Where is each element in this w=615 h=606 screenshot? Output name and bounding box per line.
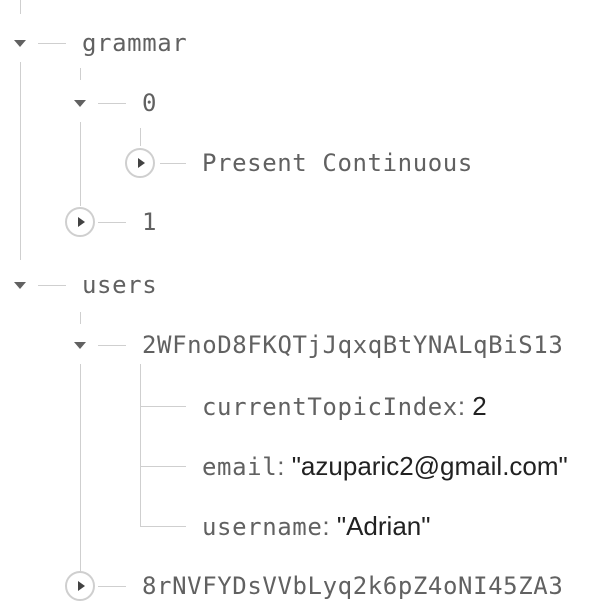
tree-line [80,364,81,584]
expand-circle-icon[interactable] [65,571,95,601]
field-value: "azuparic2@gmail.com" [291,451,568,481]
field-value: "Adrian" [336,511,431,541]
tree-line [98,222,126,223]
field-current-topic-index[interactable]: currentTopicIndex: 2 [202,391,487,425]
node-key-grammar[interactable]: grammar [82,28,187,58]
caret-down-icon[interactable] [74,100,86,107]
field-separator: : [457,391,473,421]
tree-line [140,466,186,467]
field-key: currentTopicIndex [202,393,458,421]
tree-line [80,122,81,206]
field-separator: : [322,511,337,541]
tree-line [98,345,126,346]
tree-line [38,43,66,44]
expand-circle-icon[interactable] [65,207,95,237]
tree-line [20,62,21,260]
tree-line [38,285,66,286]
tree-line [98,586,126,587]
tree-line [140,406,186,407]
tree-line [140,128,141,146]
field-key: email [202,453,278,481]
caret-down-icon[interactable] [14,282,26,289]
field-key: username [202,513,323,541]
tree-line [80,312,81,324]
node-key-user-id[interactable]: 2WFnoD8FKQTjJqxqBtYNALqBiS13 [142,330,563,360]
node-key-grammar-1[interactable]: 1 [142,207,157,237]
node-key-present-continuous[interactable]: Present Continuous [202,148,473,178]
tree-line [20,0,21,14]
field-username[interactable]: username: "Adrian" [202,511,430,545]
expand-circle-icon[interactable] [125,148,155,178]
field-separator: : [277,451,292,481]
tree-line [140,364,141,526]
tree-line [140,526,186,527]
node-key-users[interactable]: users [82,270,157,300]
caret-down-icon[interactable] [14,40,26,47]
node-key-grammar-0[interactable]: 0 [142,88,157,118]
tree-line [98,103,126,104]
node-key-user-id-2[interactable]: 8rNVFYDsVVbLyq2k6pZ4oNI45ZA3 [142,571,563,601]
tree-line [160,163,186,164]
field-email[interactable]: email: "azuparic2@gmail.com" [202,451,568,485]
caret-down-icon[interactable] [74,342,86,349]
field-value: 2 [472,391,487,421]
tree-line [80,68,81,80]
